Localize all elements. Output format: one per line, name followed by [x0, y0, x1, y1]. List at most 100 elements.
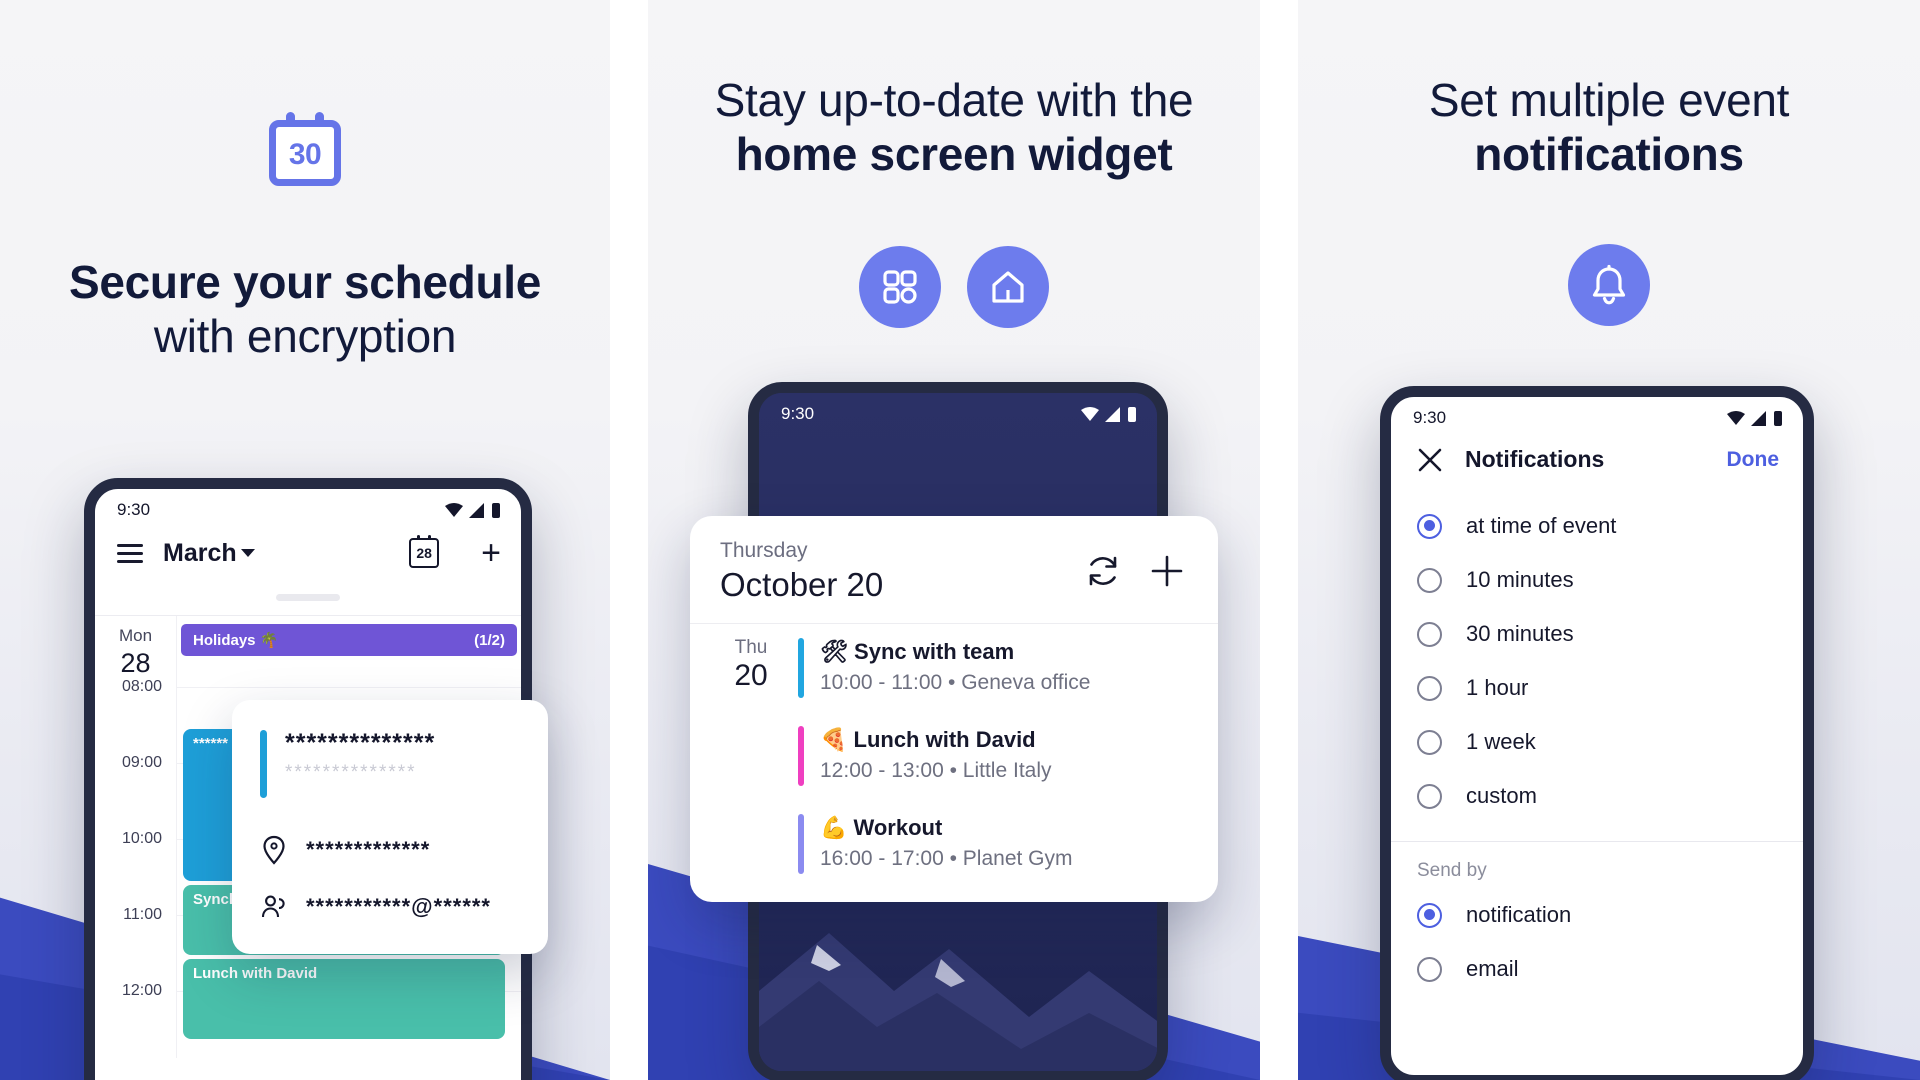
day-number-label: 28	[120, 648, 151, 678]
heading-line-2: with encryption	[153, 309, 457, 362]
drag-handle[interactable]	[276, 594, 340, 601]
send-by-option[interactable]: notification	[1391, 888, 1803, 942]
radio-button[interactable]	[1417, 729, 1442, 755]
radio-button[interactable]	[1417, 675, 1442, 701]
notification-option[interactable]: custom	[1391, 769, 1803, 823]
location-pin-icon	[260, 835, 288, 865]
bell-icon-badge[interactable]	[1568, 244, 1650, 326]
widgets-grid-icon-badge[interactable]	[859, 246, 941, 328]
plus-icon[interactable]	[1148, 552, 1186, 590]
widget-header: Thursday October 20	[690, 516, 1218, 623]
heading-line-1: Set multiple event	[1428, 74, 1790, 126]
panel-3-heading: Set multiple event notifications	[1322, 74, 1896, 182]
calendar-event-title: ******	[193, 735, 229, 752]
notification-option[interactable]: 10 minutes	[1391, 553, 1803, 607]
calendar-event[interactable]: Lunch with David	[183, 959, 505, 1039]
panel-notifications: Set multiple event notifications 9:30 No…	[1298, 0, 1920, 1080]
home-screen-widget[interactable]: Thursday October 20 Thu 20 🛠 Sync with t…	[690, 516, 1218, 902]
panel-2-badges	[648, 246, 1260, 328]
calendar-icon-number: 30	[288, 138, 322, 171]
notification-option[interactable]: 1 hour	[1391, 661, 1803, 715]
home-icon	[992, 271, 1024, 303]
option-label: 30 minutes	[1466, 621, 1574, 646]
battery-icon	[1774, 410, 1782, 426]
panel-widget: Stay up-to-date with the home screen wid…	[648, 0, 1260, 1080]
status-bar: 9:30	[95, 489, 521, 526]
panel-1-heading: Secure your schedule with encryption	[30, 256, 580, 364]
radio-button[interactable]	[1417, 567, 1442, 593]
widget-event-row[interactable]: 💪 Workout 16:00 - 17:00 • Planet Gym	[690, 800, 1218, 888]
month-selector[interactable]: March	[163, 539, 255, 568]
widget-event-subtitle: 16:00 - 17:00 • Planet Gym	[820, 847, 1073, 871]
hamburger-menu-icon[interactable]	[117, 539, 143, 568]
widget-weekday: Thursday	[720, 539, 808, 562]
home-icon-badge[interactable]	[967, 246, 1049, 328]
month-label: March	[163, 538, 237, 567]
battery-icon	[1128, 406, 1136, 422]
widget-event-date: Thu 20	[720, 637, 782, 698]
option-label: custom	[1466, 783, 1537, 808]
notifications-nav-bar: Notifications Done	[1391, 434, 1803, 483]
widget-event-color-bar	[798, 637, 804, 698]
send-by-option[interactable]: email	[1391, 942, 1803, 996]
day-of-week-label: Mon	[118, 626, 153, 645]
radio-button[interactable]	[1417, 956, 1442, 982]
status-bar-icons	[1080, 406, 1137, 422]
widget-event-row[interactable]: 🍕 Lunch with David 12:00 - 13:00 • Littl…	[690, 712, 1218, 800]
radio-button[interactable]	[1417, 902, 1442, 928]
widget-event-title: 💪 Workout	[820, 814, 943, 840]
send-by-options-list: notification email	[1391, 888, 1803, 996]
today-button[interactable]: 28	[409, 535, 440, 568]
radio-button[interactable]	[1417, 513, 1442, 539]
event-subtitle-masked: **************	[285, 762, 417, 784]
event-title-masked: **************	[285, 729, 436, 757]
radio-button[interactable]	[1417, 783, 1442, 809]
wifi-icon	[1081, 407, 1099, 421]
heading-line-2: home screen widget	[735, 127, 1173, 180]
event-people-row: ***********@******	[260, 894, 518, 920]
panel-3-badges	[1298, 244, 1920, 326]
wifi-icon	[1727, 411, 1745, 425]
widget-event-date	[720, 814, 782, 874]
widget-event-row[interactable]: Thu 20 🛠 Sync with team 10:00 - 11:00 • …	[690, 624, 1218, 712]
status-bar-icons	[444, 502, 501, 518]
screenshot-stage: 30 Secure your schedule with encryption …	[0, 0, 1920, 1080]
calendar-30-icon-wrap: 30	[0, 112, 610, 186]
battery-icon	[492, 502, 500, 518]
plus-icon[interactable]: +	[481, 536, 501, 570]
event-location-row: *************	[260, 835, 518, 865]
allday-event-count: (1/2)	[474, 631, 505, 649]
calendar-allday-row: Mon 28 Holidays 🌴 (1/2)	[95, 615, 521, 687]
event-color-accent	[260, 730, 267, 798]
widget-event-subtitle: 12:00 - 13:00 • Little Italy	[820, 759, 1052, 783]
panel-divider-1	[610, 0, 648, 1080]
notification-option[interactable]: at time of event	[1391, 499, 1803, 553]
refresh-sync-icon[interactable]	[1084, 552, 1122, 590]
close-x-icon[interactable]	[1417, 447, 1443, 473]
event-people-masked: ***********@******	[306, 894, 491, 919]
widget-event-color-bar	[798, 813, 804, 874]
calendar-30-icon: 30	[269, 112, 341, 186]
day-column-header: Mon 28	[95, 616, 177, 687]
radio-button[interactable]	[1417, 621, 1442, 647]
notification-option[interactable]: 30 minutes	[1391, 607, 1803, 661]
chevron-down-icon	[240, 549, 255, 557]
widget-event-title: 🛠 Sync with team	[820, 638, 1015, 664]
time-label: 12:00	[95, 982, 177, 1058]
wifi-icon	[445, 503, 463, 517]
notification-option[interactable]: 1 week	[1391, 715, 1803, 769]
event-detail-card[interactable]: ************** ************** **********…	[232, 700, 548, 954]
status-bar: 9:30	[1391, 397, 1803, 434]
widget-event-color-bar	[798, 725, 804, 786]
status-bar-time: 9:30	[781, 404, 815, 423]
widgets-grid-icon	[883, 270, 917, 304]
time-label: 11:00	[95, 906, 177, 982]
heading-line-1: Secure your schedule	[68, 256, 542, 308]
notification-options-list: at time of event 10 minutes 30 minutes 1…	[1391, 483, 1803, 823]
option-label: 10 minutes	[1466, 567, 1574, 592]
widget-event-date	[720, 726, 782, 786]
allday-event-chip[interactable]: Holidays 🌴 (1/2)	[181, 624, 517, 656]
phone-mockup-notifications: 9:30 Notifications Done at time of event	[1380, 386, 1814, 1080]
done-button[interactable]: Done	[1727, 448, 1780, 472]
status-bar-icons	[1726, 410, 1783, 426]
